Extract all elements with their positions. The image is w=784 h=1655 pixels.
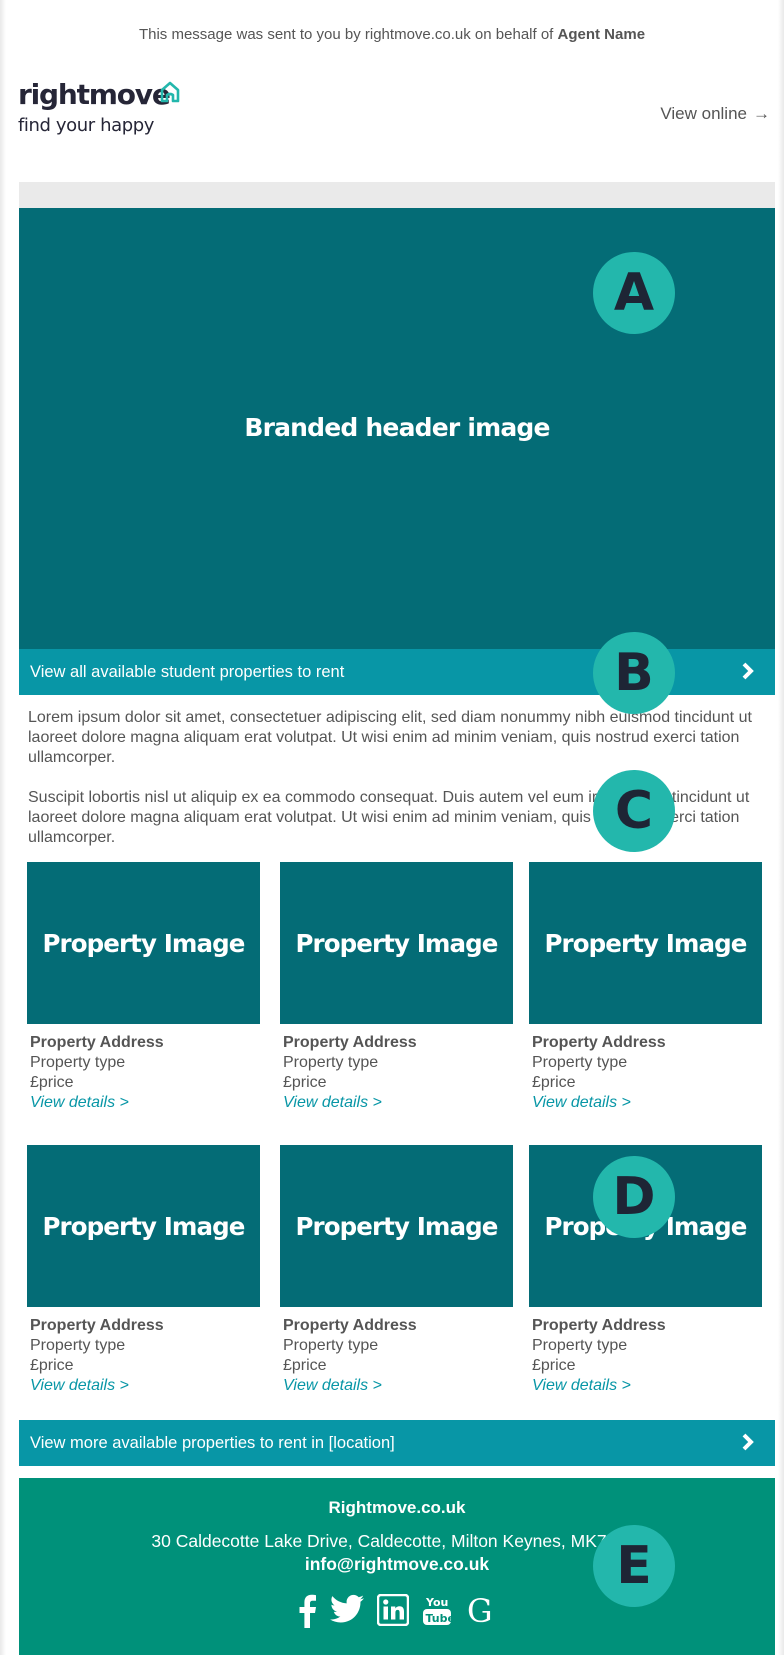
preheader-text: This message was sent to you by rightmov… bbox=[138, 26, 558, 43]
hero-text: Branded header image bbox=[244, 413, 550, 442]
chevron-right-icon bbox=[742, 1433, 754, 1451]
view-online-label: View online bbox=[660, 104, 747, 123]
left-shadow bbox=[0, 0, 6, 1655]
cta-label: View all available student properties to… bbox=[30, 663, 345, 681]
property-price: £price bbox=[283, 1357, 327, 1374]
cta-label: View more available properties to rent i… bbox=[30, 1434, 395, 1452]
property-address: Property Address bbox=[30, 1317, 164, 1334]
property-card[interactable]: Property Image Property Address Property… bbox=[529, 862, 762, 1113]
rightmove-logo[interactable]: rightmove find your happy bbox=[18, 78, 218, 148]
view-details-link[interactable]: View details > bbox=[283, 1376, 513, 1396]
property-address: Property Address bbox=[283, 1317, 417, 1334]
property-card[interactable]: Property Image Property Address Property… bbox=[27, 1145, 260, 1396]
svg-text:You: You bbox=[425, 1596, 448, 1609]
property-image[interactable]: Property Image bbox=[529, 862, 762, 1024]
house-outline-icon bbox=[160, 81, 180, 103]
property-price: £price bbox=[532, 1357, 576, 1374]
property-address: Property Address bbox=[30, 1034, 164, 1051]
svg-text:G: G bbox=[467, 1594, 493, 1626]
property-type: Property type bbox=[532, 1054, 628, 1071]
property-type: Property type bbox=[30, 1337, 126, 1354]
annotation-badge-e: E bbox=[593, 1525, 675, 1607]
view-more-properties-button[interactable]: View more available properties to rent i… bbox=[19, 1420, 775, 1466]
footer-site-name[interactable]: Rightmove.co.uk bbox=[19, 1498, 775, 1518]
youtube-icon[interactable]: You Tube bbox=[422, 1594, 455, 1633]
logo-tagline: find your happy bbox=[18, 115, 155, 136]
property-card[interactable]: Property Image Property Address Property… bbox=[280, 862, 513, 1113]
preheader: This message was sent to you by rightmov… bbox=[0, 26, 784, 43]
annotation-badge-d: D bbox=[593, 1156, 675, 1238]
annotation-badge-a: A bbox=[593, 252, 675, 334]
property-card[interactable]: Property Image Property Address Property… bbox=[27, 862, 260, 1113]
view-details-link[interactable]: View details > bbox=[532, 1093, 762, 1113]
property-address: Property Address bbox=[532, 1317, 666, 1334]
view-details-link[interactable]: View details > bbox=[30, 1093, 260, 1113]
agent-name: Agent Name bbox=[557, 26, 646, 43]
property-image[interactable]: Property Image bbox=[280, 1145, 513, 1307]
social-links: You Tube G bbox=[19, 1592, 775, 1633]
twitter-icon[interactable] bbox=[330, 1594, 364, 1633]
facebook-icon[interactable] bbox=[297, 1594, 317, 1633]
property-type: Property type bbox=[283, 1054, 379, 1071]
property-price: £price bbox=[30, 1357, 74, 1374]
property-type: Property type bbox=[283, 1337, 379, 1354]
property-image[interactable]: Property Image bbox=[27, 1145, 260, 1307]
property-type: Property type bbox=[532, 1337, 628, 1354]
linkedin-icon[interactable] bbox=[376, 1593, 410, 1633]
view-details-link[interactable]: View details > bbox=[283, 1093, 513, 1113]
property-price: £price bbox=[30, 1074, 74, 1091]
property-image[interactable]: Property Image bbox=[27, 862, 260, 1024]
property-price: £price bbox=[283, 1074, 327, 1091]
svg-text:Tube: Tube bbox=[426, 1612, 453, 1625]
property-type: Property type bbox=[30, 1054, 126, 1071]
property-card[interactable]: Property Image Property Address Property… bbox=[280, 1145, 513, 1396]
property-image[interactable]: Property Image bbox=[280, 862, 513, 1024]
property-address: Property Address bbox=[283, 1034, 417, 1051]
header-spacer-band bbox=[19, 182, 775, 208]
logo-wordmark: rightmove bbox=[18, 78, 171, 111]
property-price: £price bbox=[532, 1074, 576, 1091]
arrow-right-icon: → bbox=[753, 104, 770, 123]
body-paragraph-1: Lorem ipsum dolor sit amet, consectetuer… bbox=[28, 709, 752, 766]
view-details-link[interactable]: View details > bbox=[30, 1376, 260, 1396]
annotation-badge-b: B bbox=[593, 632, 675, 714]
view-details-link[interactable]: View details > bbox=[532, 1376, 762, 1396]
google-icon[interactable]: G bbox=[465, 1592, 497, 1633]
view-online-link[interactable]: View online → bbox=[660, 104, 770, 124]
chevron-right-icon bbox=[742, 662, 754, 680]
annotation-badge-c: C bbox=[593, 770, 675, 852]
right-shadow bbox=[778, 0, 784, 1655]
property-address: Property Address bbox=[532, 1034, 666, 1051]
